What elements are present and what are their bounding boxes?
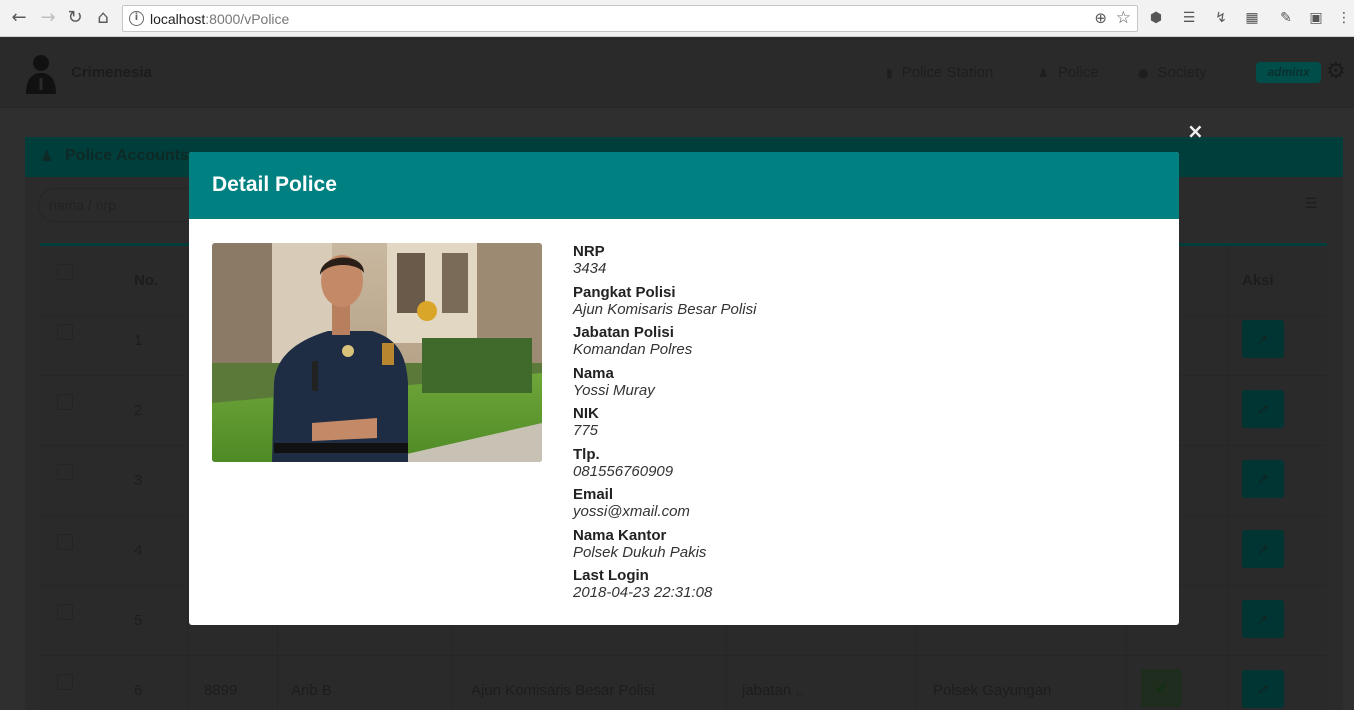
row-no: 6 (134, 682, 143, 699)
field-value: Komandan Polres (573, 341, 693, 358)
nav-police-station[interactable]: ▮ Police Station (886, 64, 993, 81)
field-value: Ajun Komisaris Besar Polisi (573, 300, 757, 318)
rocket-icon: ➚ (1256, 330, 1270, 348)
rocket-icon: ➚ (1256, 470, 1270, 488)
field-label: Jabatan Polisi (573, 324, 674, 341)
extension-cube-icon[interactable]: ⬢ (1147, 9, 1165, 27)
building-icon: ▮ (886, 66, 893, 80)
field-value: 081556760909 (573, 462, 674, 480)
row-checkbox[interactable] (57, 324, 73, 340)
action-button[interactable]: ➚ (1242, 600, 1284, 638)
row-no: 3 (134, 472, 143, 489)
select-all-checkbox[interactable] (57, 264, 73, 280)
action-button[interactable]: ➚ (1242, 670, 1284, 708)
nav-police[interactable]: ♟ Police (1038, 64, 1099, 81)
details-list: NRP 3434 Pangkat Polisi Ajun Komisaris B… (573, 243, 1133, 608)
browser-toolbar: ← → ↻ ⌂ i localhost:8000/vPolice ⊕ ☆ ⬢ ☰… (0, 0, 1354, 37)
action-button[interactable]: ➚ (1242, 460, 1284, 498)
status-button[interactable]: ✔ (1141, 669, 1182, 707)
action-button[interactable]: ➚ (1242, 320, 1284, 358)
forward-icon[interactable]: → (37, 7, 59, 29)
search-placeholder: nama / nrp (49, 197, 116, 213)
row-jabatan: jabatan .. (742, 682, 804, 699)
logo-icon (26, 55, 56, 94)
modal-header: Detail Police (189, 152, 1179, 219)
action-button[interactable]: ➚ (1242, 530, 1284, 568)
extension-qr-icon[interactable]: ▦ (1243, 9, 1261, 27)
police-photo (212, 243, 542, 462)
field-label: Email (573, 486, 614, 503)
row-checkbox[interactable] (57, 674, 73, 690)
brand-name[interactable]: Crimenesia (71, 64, 152, 81)
row-checkbox[interactable] (57, 394, 73, 410)
home-icon[interactable]: ⌂ (92, 7, 114, 29)
gear-icon[interactable]: ⚙ (1326, 60, 1346, 84)
navbar: Crimenesia ▮ Police Station ♟ Police ● Soci… (0, 38, 1354, 108)
field-label: Nama (573, 364, 614, 382)
field-value: Yossi Muray (573, 381, 655, 399)
row-checkbox[interactable] (57, 604, 73, 620)
row-kantor: Polsek Gayungan (933, 682, 1052, 699)
row-nrp: 8899 (204, 682, 238, 699)
close-icon[interactable]: × (1187, 121, 1204, 141)
field-value: 2018-04-23 22:31:08 (573, 584, 713, 601)
url-text[interactable]: localhost:8000/vPolice (150, 11, 289, 27)
extension-grid-icon[interactable]: ▣ (1307, 9, 1325, 27)
field-value: Polsek Dukuh Pakis (573, 543, 707, 561)
user-badge[interactable]: adminx (1256, 62, 1321, 83)
nav-label: Police Station (901, 64, 994, 81)
extension-list-icon[interactable]: ☰ (1180, 9, 1198, 27)
police-icon: ♟ (40, 147, 54, 165)
nav-society[interactable]: ● Society (1138, 64, 1207, 81)
filter-icon[interactable]: ☰ (1305, 196, 1318, 212)
field-value: yossi@xmail.com (573, 503, 690, 520)
nav-label: Police (1057, 64, 1099, 81)
police-icon: ♟ (1038, 66, 1049, 80)
modal-title: Detail Police (212, 173, 337, 196)
action-button[interactable]: ➚ (1242, 390, 1284, 428)
url-path: :8000/vPolice (205, 11, 290, 27)
check-icon: ✔ (1155, 679, 1168, 697)
row-no: 4 (134, 542, 143, 559)
rocket-icon: ➚ (1256, 400, 1270, 418)
row-no: 1 (134, 332, 143, 349)
row-checkbox[interactable] (57, 464, 73, 480)
row-pangkat: Ajun Komisaris Besar Polisi (471, 682, 655, 699)
reload-icon[interactable]: ↻ (64, 7, 86, 29)
table-row: 6 8899 Arib B Ajun Komisaris Besar Polis… (40, 656, 1327, 710)
field-value: 3434 (573, 260, 607, 277)
extension-pen-icon[interactable]: ✎ (1277, 9, 1295, 27)
detail-modal: Detail Police NRP 3434 Pangkat Polisi Aj… (189, 152, 1179, 625)
field-label: Tlp. (573, 445, 600, 463)
field-label: NIK (573, 405, 599, 422)
rocket-icon: ➚ (1256, 540, 1270, 558)
field-label: Last Login (573, 567, 649, 584)
user-icon: ● (1138, 66, 1149, 80)
info-icon[interactable]: i (129, 11, 144, 26)
nav-label: Society (1157, 64, 1207, 81)
url-host: localhost (150, 11, 206, 27)
row-checkbox[interactable] (57, 534, 73, 550)
field-label: NRP (573, 243, 605, 260)
field-label: Nama Kantor (573, 526, 667, 544)
extension-bolt-icon[interactable]: ↯ (1212, 9, 1230, 27)
field-label: Pangkat Polisi (573, 283, 676, 301)
row-no: 5 (134, 612, 143, 629)
bookmark-star-icon[interactable]: ☆ (1116, 8, 1131, 28)
browser-menu-icon[interactable]: ⋮ (1335, 9, 1353, 27)
panel-title: Police Accounts (65, 147, 189, 164)
row-no: 2 (134, 402, 143, 419)
row-nama: Arib B (291, 682, 332, 699)
field-value: 775 (573, 422, 599, 439)
zoom-icon[interactable]: ⊕ (1094, 9, 1107, 27)
address-bar[interactable]: i localhost:8000/vPolice ⊕ ☆ (122, 5, 1138, 32)
rocket-icon: ➚ (1256, 610, 1270, 628)
rocket-icon: ➚ (1256, 680, 1270, 698)
back-icon[interactable]: ← (8, 7, 30, 29)
